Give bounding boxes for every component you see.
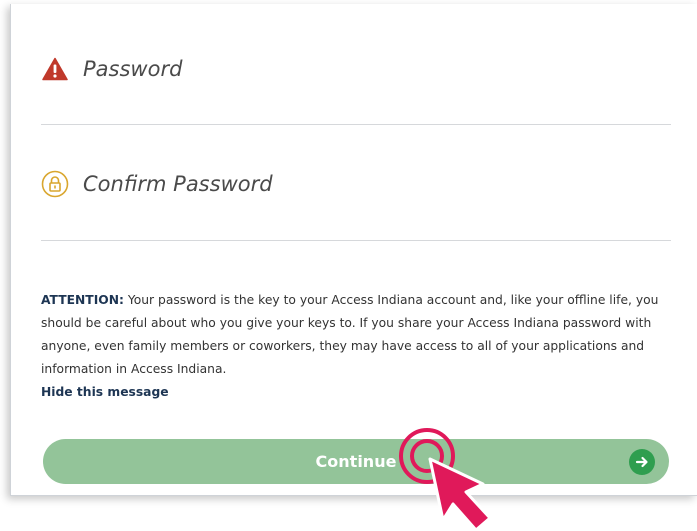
screen: ATTENTION: Your password is the key to y…: [0, 0, 697, 531]
password-field-row[interactable]: [41, 44, 671, 94]
hide-message-link[interactable]: Hide this message: [41, 385, 169, 399]
attention-text: Your password is the key to your Access …: [41, 293, 659, 376]
password-form-card: ATTENTION: Your password is the key to y…: [10, 4, 697, 496]
confirm-password-divider: [41, 240, 671, 241]
continue-button[interactable]: Continue: [43, 439, 669, 484]
warning-icon: [41, 55, 69, 83]
lock-icon: [41, 170, 69, 198]
confirm-password-field-row[interactable]: [41, 159, 671, 209]
continue-label: Continue: [315, 452, 397, 471]
confirm-password-input[interactable]: [83, 172, 643, 196]
password-divider: [41, 124, 671, 125]
password-input[interactable]: [83, 57, 643, 81]
attention-message: ATTENTION: Your password is the key to y…: [41, 289, 686, 381]
arrow-right-icon: [629, 449, 655, 475]
attention-label: ATTENTION:: [41, 293, 124, 307]
